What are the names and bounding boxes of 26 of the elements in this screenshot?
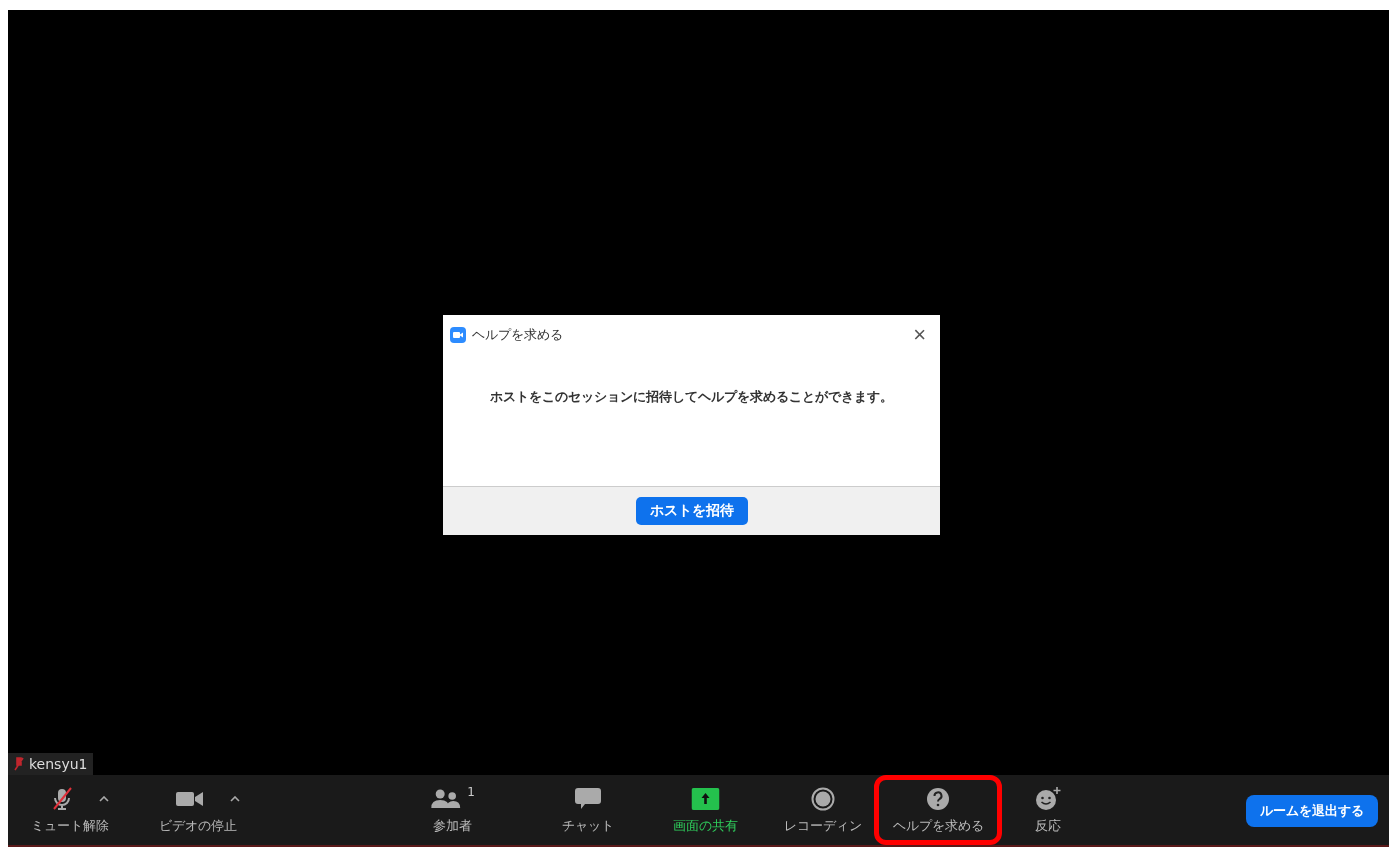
toolbar-button[interactable]: レコーディン: [769, 775, 877, 845]
dialog-message: ホストをこのセッションに招待してヘルプを求めることができます。: [490, 387, 893, 406]
caret-icon[interactable]: [99, 796, 109, 802]
participant-name: kensyu1: [29, 756, 88, 772]
toolbar-button[interactable]: ミュート解除: [16, 775, 124, 845]
video-camera-icon: [176, 790, 204, 808]
dialog-title: ヘルプを求める: [472, 326, 564, 344]
record-icon: [811, 787, 835, 811]
chat-bubble-icon: [575, 787, 601, 811]
invite-host-button[interactable]: ホストを招待: [635, 497, 748, 525]
close-button[interactable]: ×: [909, 324, 930, 346]
toolbar-button[interactable]: 画面の共有: [657, 775, 753, 845]
toolbar-button[interactable]: ビデオの停止: [144, 775, 252, 845]
toolbar-button[interactable]: 1 参加者: [416, 775, 490, 845]
participant-count: 1: [467, 785, 475, 799]
toolbar-button[interactable]: 反応: [1020, 775, 1076, 845]
leave-room-button[interactable]: ルームを退出する: [1246, 795, 1378, 827]
toolbar-button[interactable]: ヘルプを求める: [874, 775, 1002, 845]
people-icon: [431, 789, 462, 809]
caret-icon[interactable]: [230, 796, 240, 802]
muted-mic-icon: [51, 787, 73, 811]
share-screen-icon: [691, 788, 719, 810]
toolbar-button[interactable]: チャット: [547, 775, 629, 845]
smiley-icon: [1035, 786, 1061, 812]
question-mark-icon: [926, 787, 950, 811]
camera-logo-icon: [450, 327, 466, 343]
